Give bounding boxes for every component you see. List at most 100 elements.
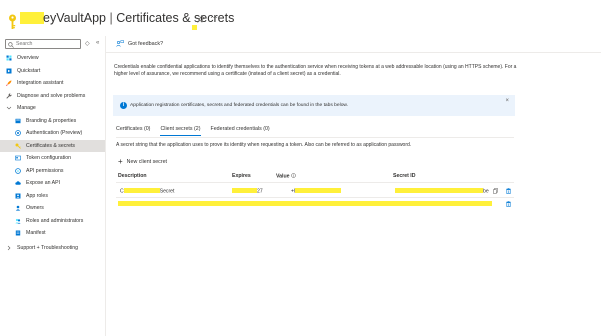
column-header-secret-id: Secret ID bbox=[393, 173, 416, 179]
collapse-sidebar-icon[interactable]: « bbox=[96, 40, 99, 46]
info-icon: i bbox=[120, 102, 127, 109]
sidebar: ◇ « Overview Quickstart Integration assi… bbox=[0, 36, 106, 336]
new-client-secret-button[interactable]: + New client secret bbox=[118, 157, 168, 166]
sidebar-item-app-roles[interactable]: App roles bbox=[0, 190, 105, 202]
sidebar-item-label: Integration assistant bbox=[17, 80, 64, 86]
tab-certificates[interactable]: Certificates (0) bbox=[116, 126, 150, 136]
plus-icon: + bbox=[118, 157, 123, 166]
credential-tabs: Certificates (0) Client secrets (2) Fede… bbox=[116, 126, 270, 136]
secret-value-cell: +I bbox=[291, 188, 342, 195]
sidebar-item-label: Diagnose and solve problems bbox=[17, 92, 86, 99]
sidebar-item-label: Support + Troubleshooting bbox=[17, 245, 78, 251]
tab-client-secrets[interactable]: Client secrets (2) bbox=[160, 126, 201, 136]
page-header: eyVaultApp | Certificates & secrets ··· bbox=[0, 0, 601, 36]
rocket-icon bbox=[6, 80, 12, 86]
redacted-row bbox=[118, 201, 492, 206]
header-divider bbox=[116, 182, 514, 183]
sidebar-group-manage[interactable]: Manage bbox=[0, 102, 105, 114]
sidebar-item-label: Manifest bbox=[26, 230, 46, 236]
copy-icon[interactable] bbox=[493, 188, 498, 194]
sidebar-item-label: Roles and administrators bbox=[26, 217, 84, 224]
info-circle-icon[interactable] bbox=[291, 173, 296, 178]
title-separator: | bbox=[109, 11, 113, 25]
sidebar-item-label: Manage bbox=[17, 105, 36, 111]
close-icon[interactable]: × bbox=[505, 98, 509, 104]
sidebar-item-expose-api[interactable]: Expose an API bbox=[0, 177, 105, 189]
tab-divider bbox=[116, 137, 514, 138]
delete-icon[interactable] bbox=[506, 200, 511, 207]
sidebar-item-certificates-secrets[interactable]: Certificates & secrets bbox=[0, 139, 105, 152]
sidebar-item-manifest[interactable]: Manifest bbox=[0, 227, 105, 239]
main-content: Credentials enable confidential applicat… bbox=[106, 53, 601, 336]
sidebar-item-authentication[interactable]: Authentication (Preview) bbox=[0, 127, 105, 139]
redacted-description bbox=[123, 188, 160, 193]
sidebar-item-diagnose[interactable]: Diagnose and solve problems bbox=[0, 90, 105, 102]
command-bar: Got feedback? bbox=[106, 36, 601, 53]
column-header-description: Description bbox=[118, 173, 147, 179]
tab-federated-credentials[interactable]: Federated credentials (0) bbox=[211, 126, 270, 136]
manifest-icon bbox=[15, 230, 21, 236]
pin-icon[interactable] bbox=[197, 15, 205, 23]
redacted-value bbox=[295, 188, 342, 193]
sidebar-item-label: Quickstart bbox=[17, 67, 41, 74]
secret-expires-cell: 27 bbox=[232, 188, 263, 195]
sidebar-group-support[interactable]: Support + Troubleshooting bbox=[0, 242, 105, 254]
sidebar-item-quickstart[interactable]: Quickstart bbox=[0, 65, 105, 77]
sidebar-item-label: Certificates & secrets bbox=[26, 142, 76, 149]
redacted-mark bbox=[192, 25, 197, 30]
app-key-icon bbox=[9, 14, 16, 29]
page-title: eyVaultApp | Certificates & secrets bbox=[43, 11, 234, 25]
branding-icon bbox=[15, 118, 21, 123]
redacted-expires bbox=[232, 188, 257, 193]
cloud-icon bbox=[15, 181, 21, 185]
column-header-value: Value bbox=[276, 173, 296, 180]
sidebar-item-label: Expose an API bbox=[26, 180, 61, 186]
sidebar-item-integration-assistant[interactable]: Integration assistant bbox=[0, 77, 105, 89]
row-divider bbox=[116, 197, 514, 198]
redacted-secret-id bbox=[395, 188, 483, 193]
api-permissions-icon bbox=[15, 167, 21, 174]
new-client-secret-label: New client secret bbox=[126, 159, 168, 165]
info-text: Application registration certificates, s… bbox=[130, 103, 349, 108]
key-icon bbox=[15, 143, 21, 149]
sidebar-item-label: Token configuration bbox=[26, 155, 71, 161]
collapse-up-icon[interactable]: ◇ bbox=[85, 40, 90, 47]
sidebar-item-branding[interactable]: Branding & properties bbox=[0, 115, 105, 127]
owners-icon bbox=[15, 205, 21, 211]
sidebar-item-api-permissions[interactable]: API permissions bbox=[0, 165, 105, 177]
app-name-suffix: eyVaultApp bbox=[43, 11, 107, 25]
sidebar-item-overview[interactable]: Overview bbox=[0, 52, 105, 64]
app-roles-icon bbox=[15, 193, 21, 198]
sidebar-item-label: API permissions bbox=[26, 167, 64, 174]
secret-id-cell: be bbox=[395, 188, 489, 195]
expires-suffix: 27 bbox=[257, 188, 263, 195]
search-input[interactable] bbox=[16, 40, 80, 48]
sidebar-item-label: Overview bbox=[17, 55, 39, 61]
chevron-right-icon bbox=[7, 245, 11, 251]
overview-icon bbox=[6, 55, 12, 61]
wrench-icon bbox=[6, 92, 12, 99]
token-icon bbox=[15, 155, 21, 161]
sidebar-item-roles-administrators[interactable]: Roles and administrators bbox=[0, 215, 105, 227]
secret-id-suffix: be bbox=[483, 188, 489, 195]
authentication-icon bbox=[15, 130, 21, 136]
secrets-description: A secret string that the application use… bbox=[116, 142, 412, 148]
feedback-icon bbox=[116, 40, 124, 47]
description-suffix: Secret bbox=[159, 188, 175, 195]
sidebar-item-label: Authentication (Preview) bbox=[26, 130, 83, 136]
chevron-down-icon bbox=[6, 106, 12, 110]
search-box[interactable] bbox=[5, 39, 81, 49]
column-header-expires: Expires bbox=[232, 173, 251, 179]
delete-icon[interactable] bbox=[506, 188, 511, 194]
sidebar-item-label: App roles bbox=[26, 192, 48, 199]
feedback-button[interactable]: Got feedback? bbox=[116, 40, 163, 47]
sidebar-item-token-configuration[interactable]: Token configuration bbox=[0, 152, 105, 164]
redacted-app-name bbox=[20, 12, 44, 24]
value-header-label: Value bbox=[276, 173, 290, 180]
more-options-icon[interactable]: ··· bbox=[210, 13, 218, 22]
info-banner: i Application registration certificates,… bbox=[113, 95, 515, 116]
sidebar-item-owners[interactable]: Owners bbox=[0, 202, 105, 214]
sidebar-item-label: Branding & properties bbox=[26, 117, 77, 124]
search-icon bbox=[8, 41, 14, 48]
feedback-label: Got feedback? bbox=[128, 40, 164, 47]
